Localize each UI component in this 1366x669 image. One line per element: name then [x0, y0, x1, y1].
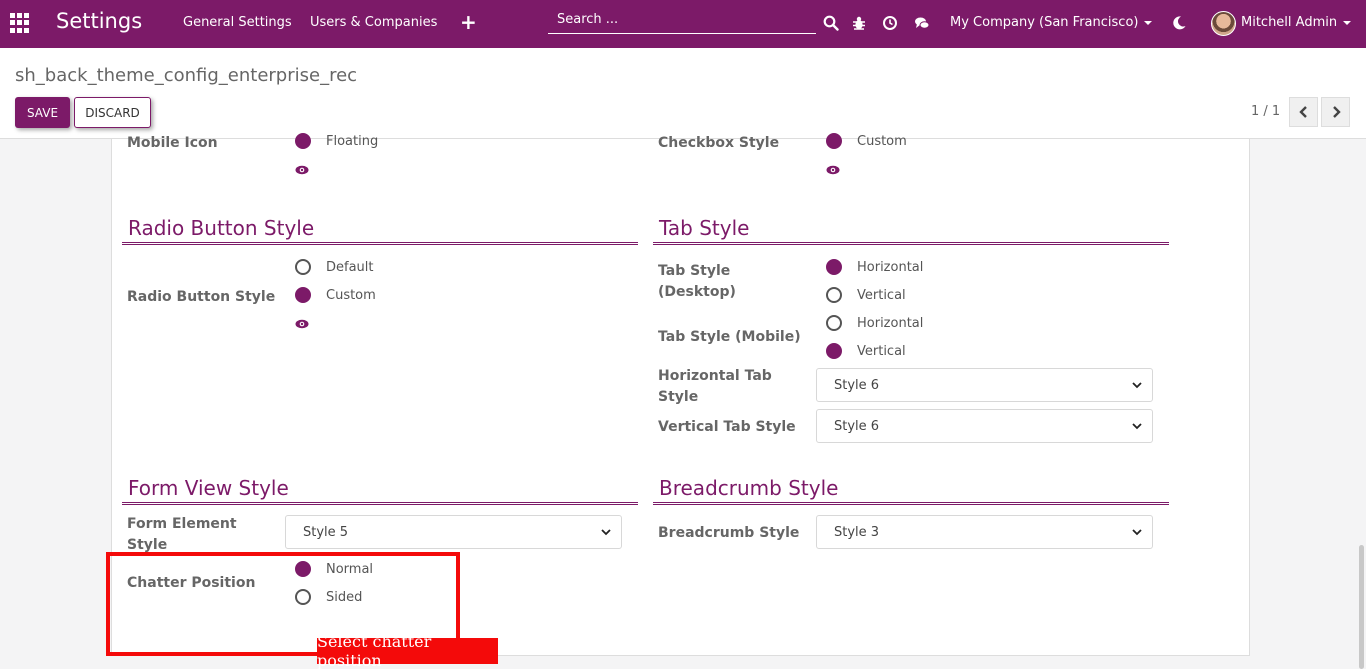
chevron-down-icon [1132, 529, 1142, 536]
chevron-down-icon [601, 529, 611, 536]
breadcrumb-style-select[interactable]: Style 3 [816, 515, 1153, 549]
chevron-down-icon [1132, 423, 1142, 430]
section-divider [653, 242, 1169, 245]
form-view-style-heading: Form View Style [128, 476, 289, 500]
moon-icon[interactable] [1171, 15, 1187, 31]
discard-button[interactable]: DISCARD [74, 97, 151, 128]
radio-selected[interactable] [295, 287, 311, 303]
radio-unselected[interactable] [826, 315, 842, 331]
chevron-down-icon [1132, 382, 1142, 389]
search-input[interactable] [548, 6, 816, 32]
eye-icon[interactable] [826, 165, 840, 175]
eye-icon[interactable] [295, 165, 309, 175]
chevron-left-icon [1298, 106, 1307, 118]
vertical-tab-style-label: Vertical Tab Style [658, 419, 796, 435]
horizontal-tab-style-label: Horizontal Tab Style [658, 368, 772, 405]
radio-selected[interactable] [295, 133, 311, 149]
bug-icon[interactable] [851, 15, 867, 31]
save-button[interactable]: SAVE [15, 97, 70, 128]
chevron-right-icon [1332, 106, 1341, 118]
annotation-label: Select chatter position [317, 632, 498, 669]
form-element-style-label: Form Element Style [127, 516, 237, 553]
pager-value[interactable]: 1 / 1 [1251, 104, 1280, 119]
tab-style-heading: Tab Style [659, 216, 750, 240]
radio-style-custom-option[interactable]: Custom [295, 287, 376, 303]
nav-general-settings[interactable]: General Settings [183, 15, 292, 30]
chevron-down-icon [1343, 20, 1352, 25]
avatar[interactable] [1211, 11, 1236, 36]
radio-selected[interactable] [826, 343, 842, 359]
form-element-style-select[interactable]: Style 5 [285, 515, 622, 549]
search-icon[interactable] [823, 15, 839, 31]
tab-desktop-vertical-option[interactable]: Vertical [826, 287, 906, 303]
user-menu[interactable]: Mitchell Admin [1241, 15, 1352, 30]
radio-button-style-label: Radio Button Style [127, 289, 276, 305]
chat-icon[interactable] [914, 15, 930, 31]
breadcrumb-style-label: Breadcrumb Style [658, 525, 800, 541]
tab-style-mobile-label: Tab Style (Mobile) [658, 329, 801, 345]
radio-button-style-heading: Radio Button Style [128, 216, 315, 240]
app-title[interactable]: Settings [56, 9, 142, 33]
search-bar [548, 6, 816, 34]
breadcrumb-style-heading: Breadcrumb Style [659, 476, 839, 500]
scrollbar-thumb[interactable] [1359, 545, 1364, 669]
clock-icon[interactable] [882, 15, 898, 31]
radio-selected[interactable] [826, 259, 842, 275]
nav-users-companies[interactable]: Users & Companies [310, 15, 437, 30]
tab-mobile-vertical-option[interactable]: Vertical [826, 343, 906, 359]
mobile-icon-floating-option[interactable]: Floating [295, 133, 378, 149]
apps-grid-icon[interactable] [10, 13, 30, 33]
radio-unselected[interactable] [826, 287, 842, 303]
tab-desktop-horizontal-option[interactable]: Horizontal [826, 259, 923, 275]
radio-style-default-option[interactable]: Default [295, 259, 374, 275]
breadcrumb: sh_back_theme_config_enterprise_rec [15, 65, 358, 86]
top-navbar: Settings General Settings Users & Compan… [0, 0, 1366, 48]
section-divider [122, 242, 638, 245]
tab-style-desktop-label: Tab Style (Desktop) [658, 263, 736, 300]
section-divider [653, 502, 1169, 505]
section-divider [122, 502, 638, 505]
vertical-tab-style-select[interactable]: Style 6 [816, 409, 1153, 443]
control-panel: sh_back_theme_config_enterprise_rec SAVE… [0, 48, 1366, 139]
pager-next-button[interactable] [1321, 97, 1350, 127]
radio-unselected[interactable] [295, 259, 311, 275]
horizontal-tab-style-select[interactable]: Style 6 [816, 368, 1153, 402]
company-switcher[interactable]: My Company (San Francisco) [950, 15, 1153, 30]
eye-icon[interactable] [295, 319, 309, 329]
chevron-down-icon [1144, 20, 1153, 25]
tab-mobile-horizontal-option[interactable]: Horizontal [826, 315, 923, 331]
checkbox-style-custom-option[interactable]: Custom [826, 133, 907, 149]
radio-selected[interactable] [826, 133, 842, 149]
pager-previous-button[interactable] [1289, 97, 1318, 127]
mobile-icon-label: Mobile Icon [127, 135, 218, 151]
checkbox-style-label: Checkbox Style [658, 135, 780, 151]
plus-icon[interactable]: + [460, 10, 477, 34]
